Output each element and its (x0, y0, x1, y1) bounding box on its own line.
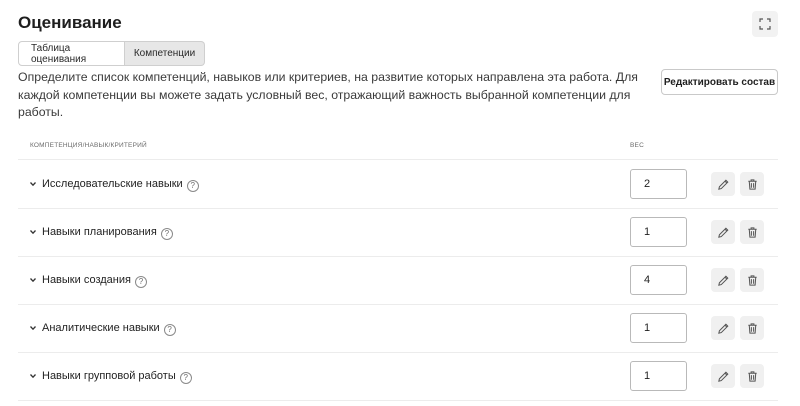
delete-button[interactable] (740, 268, 764, 292)
edit-composition-button[interactable]: Редактировать состав (661, 69, 778, 95)
weight-input[interactable] (630, 361, 687, 391)
chevron-down-icon[interactable] (29, 228, 37, 236)
page: Оценивание Таблица оценивания Компетенци… (0, 0, 800, 406)
weight-input[interactable] (630, 169, 687, 199)
table-row: Аналитические навыки? (18, 305, 778, 353)
trash-icon (747, 274, 757, 286)
page-title: Оценивание (18, 13, 122, 32)
help-icon[interactable]: ? (163, 323, 176, 336)
pencil-icon (717, 179, 728, 190)
edit-button[interactable] (711, 316, 735, 340)
pencil-icon (717, 275, 728, 286)
table-row: Навыки групповой работы? (18, 353, 778, 401)
competency-name: Навыки планирования (42, 226, 157, 238)
expand-button[interactable] (752, 11, 778, 37)
description-text: Определите список компетенций, навыков и… (18, 70, 638, 119)
competency-name: Исследовательские навыки (42, 178, 183, 190)
delete-button[interactable] (740, 220, 764, 244)
tab-competencies[interactable]: Компетенции (125, 41, 205, 66)
help-icon[interactable]: ? (186, 179, 199, 192)
chevron-down-icon[interactable] (29, 276, 37, 284)
trash-icon (747, 370, 757, 382)
pencil-icon (717, 227, 728, 238)
weight-input[interactable] (630, 313, 687, 343)
expand-icon (759, 18, 771, 30)
delete-button[interactable] (740, 316, 764, 340)
chevron-down-icon[interactable] (29, 372, 37, 380)
edit-button[interactable] (711, 364, 735, 388)
weight-input[interactable] (630, 217, 687, 247)
help-icon[interactable]: ? (160, 227, 173, 240)
column-header-competency: КОМПЕТЕНЦИЯ/НАВЫК/КРИТЕРИЙ (30, 142, 147, 149)
table-row: Исследовательские навыки? (18, 161, 778, 209)
column-header-weight: ВЕС (630, 142, 644, 149)
pencil-icon (717, 323, 728, 334)
edit-button[interactable] (711, 268, 735, 292)
tab-grading-table[interactable]: Таблица оценивания (18, 41, 125, 66)
pencil-icon (717, 371, 728, 382)
trash-icon (747, 226, 757, 238)
edit-button[interactable] (711, 220, 735, 244)
trash-icon (747, 178, 757, 190)
competency-name: Навыки групповой работы (42, 370, 176, 382)
help-icon[interactable]: ? (134, 275, 147, 288)
delete-button[interactable] (740, 172, 764, 196)
table-header: КОМПЕТЕНЦИЯ/НАВЫК/КРИТЕРИЙ ВЕС (18, 139, 778, 160)
competency-name: Аналитические навыки (42, 322, 160, 334)
trash-icon (747, 322, 757, 334)
chevron-down-icon[interactable] (29, 180, 37, 188)
chevron-down-icon[interactable] (29, 324, 37, 332)
delete-button[interactable] (740, 364, 764, 388)
competency-list: Исследовательские навыки? Навыки планиро… (18, 161, 778, 401)
weight-input[interactable] (630, 265, 687, 295)
table-row: Навыки создания? (18, 257, 778, 305)
table-row: Навыки планирования? (18, 209, 778, 257)
edit-button[interactable] (711, 172, 735, 196)
competency-name: Навыки создания (42, 274, 131, 286)
help-icon[interactable]: ? (179, 371, 192, 384)
tabs: Таблица оценивания Компетенции (18, 41, 205, 66)
